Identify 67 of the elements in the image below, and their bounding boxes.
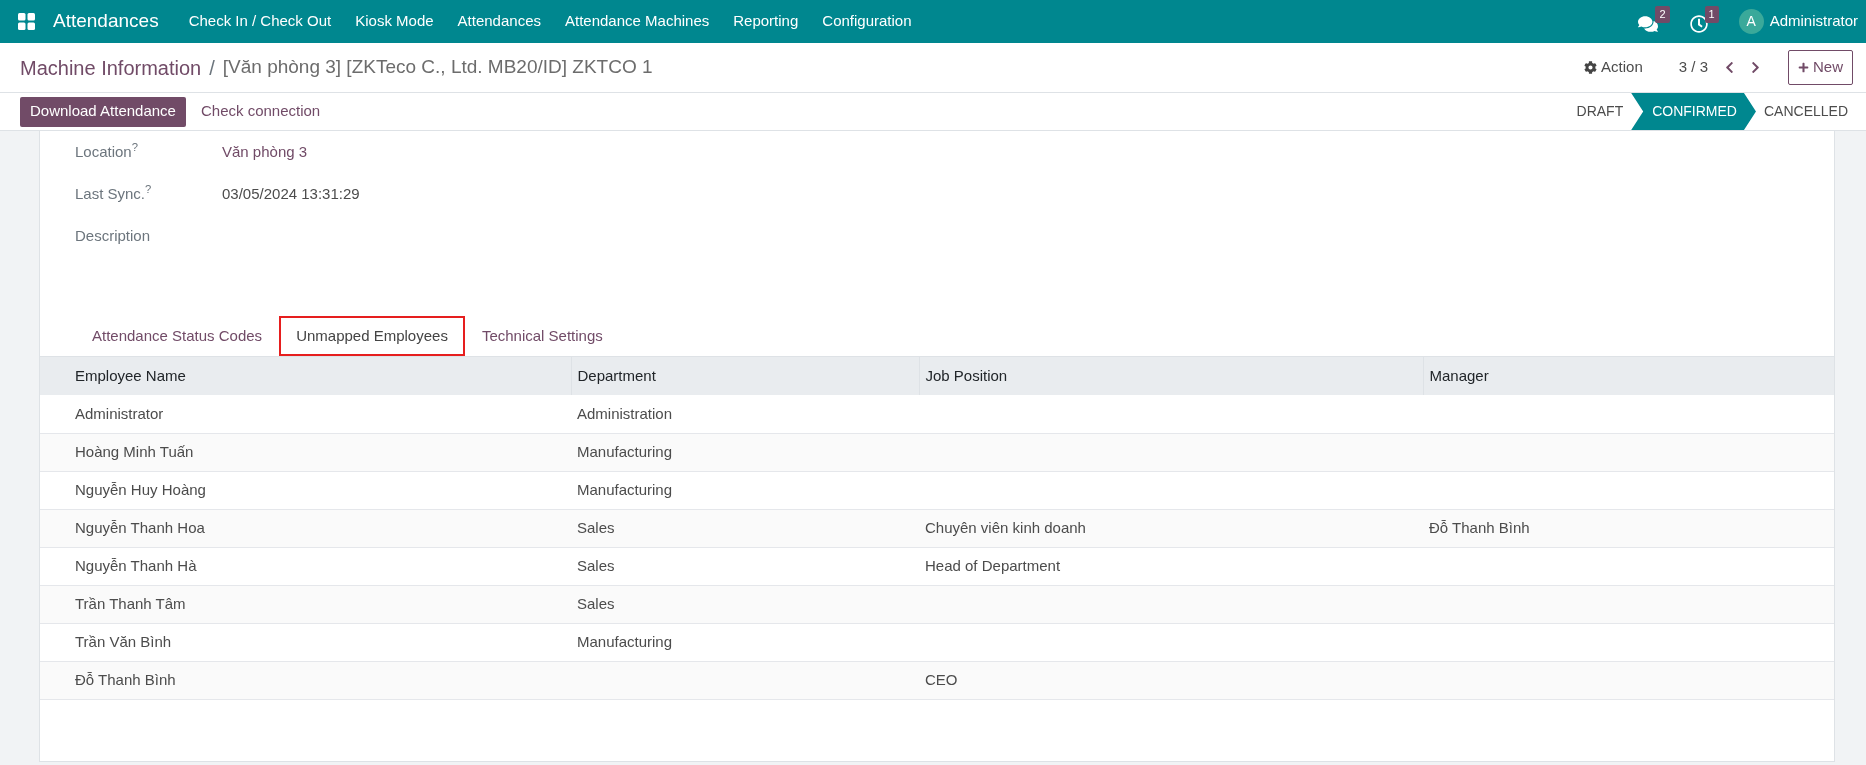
grid-icon[interactable] xyxy=(18,13,35,30)
field-label: Description xyxy=(75,225,152,246)
department-name: Sales xyxy=(577,595,615,612)
department-name: Sales xyxy=(577,519,615,536)
menu-item[interactable]: Attendances xyxy=(445,10,553,33)
pager-value: 3 / 3 xyxy=(1678,57,1708,78)
new-button[interactable]: New xyxy=(1788,50,1853,85)
employee-name: Nguyễn Thanh Hoa xyxy=(75,519,205,536)
table-row[interactable]: Nguyễn Thanh Hà Sales Head of Department xyxy=(40,547,1834,585)
department-name: Manufacturing xyxy=(577,633,673,650)
employee-name: Trần Văn Bình xyxy=(75,633,172,650)
column-header[interactable]: Employee Name xyxy=(40,357,571,395)
menu-item[interactable]: Configuration xyxy=(810,10,924,33)
table-row[interactable]: Administrator Administration xyxy=(40,395,1834,433)
field-link[interactable]: Văn phòng 3 xyxy=(222,140,308,164)
employee-name: Administrator xyxy=(75,404,164,422)
status-step[interactable]: CONFIRMED xyxy=(1631,93,1756,130)
next-icon[interactable] xyxy=(1750,61,1761,74)
job-position: Chuyên viên kinh doanh xyxy=(925,519,1086,536)
settings-icon xyxy=(1584,61,1598,74)
department-name: Administration xyxy=(577,404,673,422)
department-name: Sales xyxy=(577,557,615,574)
job-position: CEO xyxy=(925,671,958,688)
user-name[interactable]: Administrator xyxy=(1769,10,1858,33)
action-menu-button[interactable]: Action xyxy=(1582,52,1645,83)
status-step[interactable]: CANCELLED xyxy=(1755,93,1856,130)
employee-name: Hoàng Minh Tuấn xyxy=(75,443,194,460)
check-connection-button[interactable]: Check connection xyxy=(185,96,336,127)
table-row[interactable]: Hoàng Minh Tuấn Manufacturing xyxy=(40,433,1834,471)
table-row[interactable]: Trần Thanh Tâm Sales xyxy=(40,585,1834,623)
table-row[interactable]: Trần Văn Bình Manufacturing xyxy=(40,623,1834,661)
employee-name: Nguyễn Huy Hoàng xyxy=(75,481,206,498)
menu-item[interactable]: Attendance Machines xyxy=(553,10,722,33)
tab[interactable]: Technical Settings xyxy=(464,316,620,356)
department-name: Manufacturing xyxy=(577,443,673,460)
breadcrumb-separator: / xyxy=(209,55,215,81)
plus-icon xyxy=(1798,62,1809,73)
app-name[interactable]: Attendances xyxy=(53,7,159,36)
field-label: Location$^{?}$ xyxy=(75,140,139,162)
menu-item[interactable]: Kiosk Mode xyxy=(343,10,446,33)
column-header[interactable]: Manager xyxy=(1423,357,1834,395)
download-attendance-button[interactable]: Download Attendance xyxy=(20,96,186,127)
table-row[interactable]: Nguyễn Thanh Hoa Sales Chuyên viên kinh doanh Đỗ Thanh Bình xyxy=(40,509,1834,547)
table-row[interactable]: Nguyễn Huy Hoàng Manufacturing xyxy=(40,471,1834,509)
column-header[interactable]: Department xyxy=(571,357,919,395)
status-step[interactable]: DRAFT xyxy=(1568,93,1632,130)
employee-name: Đỗ Thanh Bình xyxy=(75,671,176,688)
column-header[interactable]: Job Position xyxy=(919,357,1423,395)
manager-name: Đỗ Thanh Bình xyxy=(1429,519,1530,536)
tab[interactable]: Attendance Status Codes xyxy=(75,316,280,356)
menu-item[interactable]: Reporting xyxy=(721,10,811,33)
department-name: Manufacturing xyxy=(577,481,673,498)
table-row[interactable]: Đỗ Thanh Bình CEO xyxy=(40,661,1834,699)
chat-icon[interactable] xyxy=(1638,14,1659,33)
job-position: Head of Department xyxy=(925,557,1061,574)
breadcrumb-link[interactable]: Machine Information xyxy=(20,52,202,83)
field-value: 03/05/2024 13:31:29 xyxy=(222,183,360,204)
field-label: Last Sync.$^{?}$ xyxy=(75,182,153,204)
count-badge: 2 xyxy=(1655,6,1670,23)
employee-name: Trần Thanh Tâm xyxy=(75,595,186,612)
clock-icon[interactable] xyxy=(1689,14,1708,33)
record-title: [Văn phòng 3] [ZKTeco C., Ltd. MB20/ID] ZKTCO 1 xyxy=(222,55,653,80)
tab[interactable]: Unmapped Employees xyxy=(279,316,465,356)
employee-name: Nguyễn Thanh Hà xyxy=(75,557,197,574)
previous-icon[interactable] xyxy=(1724,61,1735,74)
count-badge: 1 xyxy=(1704,6,1719,23)
menu-item[interactable]: Check In / Check Out xyxy=(176,10,344,33)
